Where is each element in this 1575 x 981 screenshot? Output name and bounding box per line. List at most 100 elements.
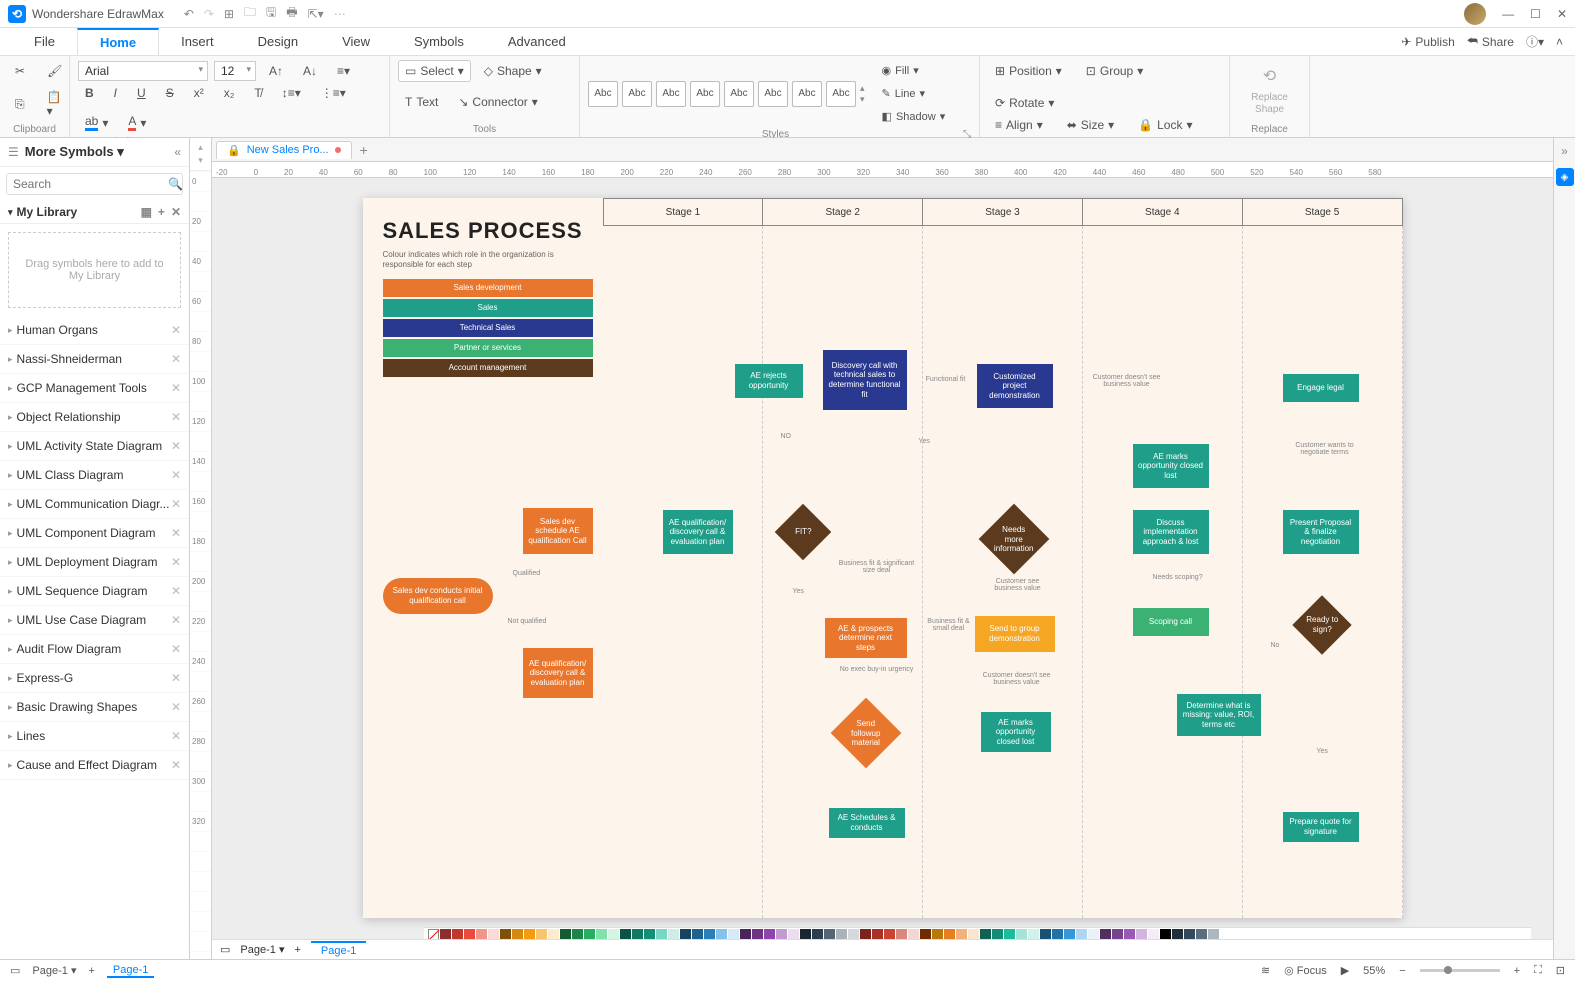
cut-icon[interactable]: ✂ (8, 60, 32, 82)
align-icon[interactable]: ≡▾ (330, 60, 357, 82)
category-item[interactable]: ▸UML Use Case Diagram✕ (0, 606, 189, 635)
zoom-out-icon[interactable]: − (1399, 965, 1405, 977)
close-category-icon[interactable]: ✕ (171, 323, 181, 337)
category-item[interactable]: ▸UML Communication Diagr...✕ (0, 490, 189, 519)
focus-button[interactable]: ◎ Focus (1284, 964, 1327, 977)
search-icon[interactable]: 🔍 (168, 177, 183, 191)
expand-right-icon[interactable]: » (1561, 144, 1568, 158)
page-list-icon[interactable]: ▭ (220, 943, 230, 956)
style-swatch[interactable]: Abc (724, 81, 754, 107)
line-button[interactable]: ✎ Line▾ (875, 83, 953, 104)
mylib-label[interactable]: My Library (17, 205, 78, 219)
redo-icon[interactable]: ↷ (204, 7, 214, 21)
replace-shape-button[interactable]: Replace Shape (1238, 92, 1301, 116)
shape-eval-plan[interactable]: AE qualification/ discovery call & evalu… (523, 648, 593, 698)
add-page-status-icon[interactable]: + (88, 965, 94, 977)
category-item[interactable]: ▸GCP Management Tools✕ (0, 374, 189, 403)
page-nav-icon[interactable]: ▭ (10, 964, 20, 977)
superscript-icon[interactable]: x² (187, 82, 211, 104)
close-category-icon[interactable]: ✕ (171, 700, 181, 714)
category-item[interactable]: ▸Express-G✕ (0, 664, 189, 693)
close-category-icon[interactable]: ✕ (171, 642, 181, 656)
undo-icon[interactable]: ↶ (184, 7, 194, 21)
menu-design[interactable]: Design (236, 28, 320, 55)
zoom-level[interactable]: 55% (1363, 965, 1385, 977)
help-icon[interactable]: ⓘ▾ (1526, 33, 1544, 50)
shape-ae-rejects[interactable]: AE rejects opportunity (735, 364, 803, 398)
shape-closed-lost-2[interactable]: AE marks opportunity closed lost (1133, 444, 1209, 488)
minimize-icon[interactable]: — (1502, 7, 1514, 21)
copy-icon[interactable]: ⎘ (8, 86, 32, 122)
highlight-icon[interactable]: ab▾ (78, 110, 115, 135)
lib-close-icon[interactable]: ✕ (171, 205, 181, 219)
category-item[interactable]: ▸Lines✕ (0, 722, 189, 751)
more-icon[interactable]: ⋯ (334, 7, 346, 21)
shape-group-demo[interactable]: Send to group demonstration (975, 616, 1055, 652)
export-icon[interactable]: ⇱▾ (308, 7, 324, 21)
search-box[interactable]: 🔍 (6, 173, 183, 195)
category-item[interactable]: ▸Audit Flow Diagram✕ (0, 635, 189, 664)
panel-menu-icon[interactable]: ☰ (8, 145, 19, 159)
category-item[interactable]: ▸Cause and Effect Diagram✕ (0, 751, 189, 780)
group-button[interactable]: ⊡ Group▾ (1079, 60, 1150, 82)
style-swatch[interactable]: Abc (826, 81, 856, 107)
category-item[interactable]: ▸UML Sequence Diagram✕ (0, 577, 189, 606)
search-input[interactable] (13, 177, 168, 191)
bullets-icon[interactable]: ⋮≡▾ (314, 82, 353, 104)
menu-symbols[interactable]: Symbols (392, 28, 486, 55)
fit-page-icon[interactable]: ⛶ (1534, 964, 1542, 977)
select-tool[interactable]: ▭ Select ▾ (398, 60, 471, 82)
style-swatch[interactable]: Abc (622, 81, 652, 107)
close-category-icon[interactable]: ✕ (171, 439, 181, 453)
shadow-button[interactable]: ◧ Shadow▾ (875, 106, 953, 127)
close-icon[interactable]: ✕ (1557, 7, 1567, 21)
category-item[interactable]: ▸Human Organs✕ (0, 316, 189, 345)
fill-button[interactable]: ◉ Fill▾ (875, 60, 953, 81)
close-category-icon[interactable]: ✕ (171, 352, 181, 366)
style-swatch[interactable]: Abc (792, 81, 822, 107)
subscript-icon[interactable]: x₂ (217, 82, 242, 104)
menu-home[interactable]: Home (77, 28, 159, 55)
collapse-ribbon-icon[interactable]: ˄ (1556, 35, 1563, 49)
close-category-icon[interactable]: ✕ (171, 671, 181, 685)
lib-add-icon[interactable]: + (158, 205, 165, 219)
scroll-down-icon[interactable]: ▾ (198, 155, 203, 166)
maximize-icon[interactable]: ☐ (1530, 7, 1541, 21)
connector-tool[interactable]: ↘ Connector ▾ (451, 91, 544, 113)
align-button[interactable]: ≡ Align▾ (988, 114, 1050, 136)
shape-present-proposal[interactable]: Present Proposal & finalize negotiation (1283, 510, 1359, 554)
close-category-icon[interactable]: ✕ (171, 555, 181, 569)
category-item[interactable]: ▸UML Component Diagram✕ (0, 519, 189, 548)
add-page-icon[interactable]: + (294, 944, 300, 956)
shape-initial-call[interactable]: Sales dev conducts initial qualification… (383, 578, 493, 614)
shape-discovery-call[interactable]: Discovery call with technical sales to d… (823, 350, 907, 410)
lock-button[interactable]: 🔒 Lock▾ (1131, 114, 1199, 136)
zoom-slider[interactable] (1420, 969, 1500, 972)
replace-shape-icon[interactable]: ⟲ (1263, 66, 1276, 86)
shape-prepare-quote[interactable]: Prepare quote for signature (1283, 812, 1359, 842)
shape-scoping-call[interactable]: Scoping call (1133, 608, 1209, 636)
presentation-icon[interactable]: ▶ (1341, 964, 1349, 977)
font-color-icon[interactable]: A▾ (121, 110, 153, 135)
lib-grid-icon[interactable]: ▦ (141, 205, 152, 219)
strike-icon[interactable]: S (159, 82, 181, 104)
style-down-icon[interactable]: ▾ (860, 94, 865, 105)
page-selector-status[interactable]: Page-1 ▾ (32, 964, 76, 977)
underline-icon[interactable]: U (130, 82, 153, 104)
print-icon[interactable]: 🖶 (286, 3, 297, 24)
italic-icon[interactable]: I (107, 82, 124, 104)
user-avatar[interactable] (1464, 3, 1486, 25)
close-category-icon[interactable]: ✕ (171, 497, 181, 511)
diagram-page[interactable]: SALES PROCESS Colour indicates which rol… (363, 198, 1403, 918)
new-icon[interactable]: ⊞ (224, 7, 234, 21)
collapse-panel-icon[interactable]: « (174, 145, 181, 159)
decrease-font-icon[interactable]: A↓ (296, 60, 324, 82)
shape-closed-lost-1[interactable]: AE marks opportunity closed lost (981, 712, 1051, 752)
category-item[interactable]: ▸UML Activity State Diagram✕ (0, 432, 189, 461)
share-button[interactable]: ⮪ Share (1467, 34, 1514, 49)
layers-icon[interactable]: ≋ (1261, 964, 1270, 977)
document-tab[interactable]: 🔒 New Sales Pro... (216, 141, 352, 159)
close-category-icon[interactable]: ✕ (171, 613, 181, 627)
font-family-select[interactable]: Arial (78, 61, 208, 81)
paste-icon[interactable]: 📋▾ (40, 86, 70, 122)
